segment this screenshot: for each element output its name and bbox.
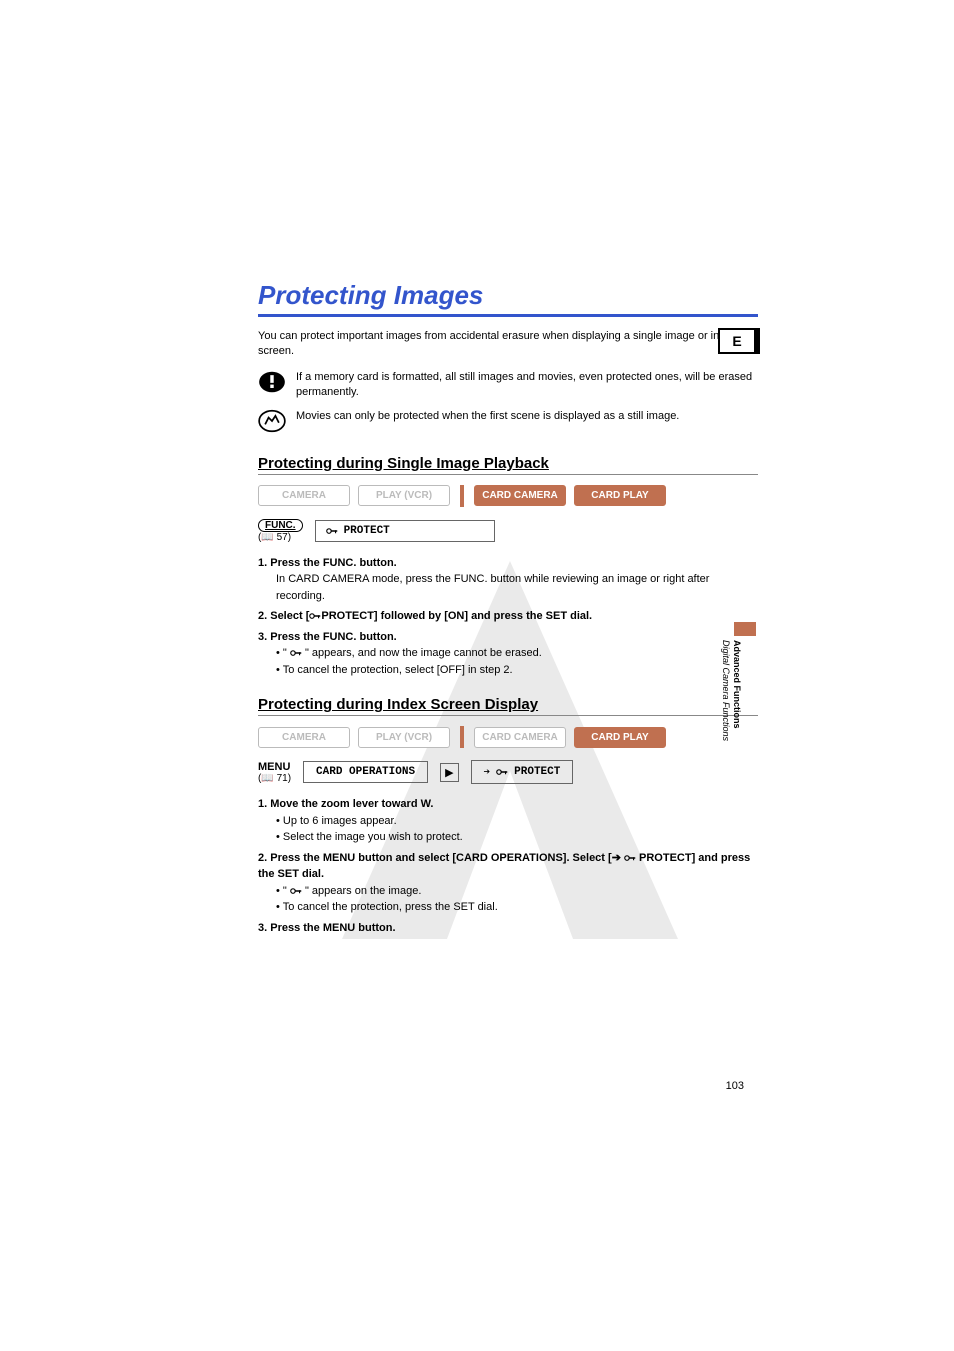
menu-ref: (📖 71) <box>258 773 291 784</box>
s2-step1-head: 1. Move the zoom lever toward W. <box>258 798 433 810</box>
s1-step3-b1b: " appears, and now the image cannot be e… <box>302 647 542 659</box>
key-icon <box>624 853 636 863</box>
lang-indicator: E <box>718 328 756 354</box>
menu-row: MENU (📖 71) CARD OPERATIONS ▶ ➔ PROTECT <box>258 760 758 784</box>
menu-label: MENU <box>258 761 290 773</box>
page-number: 103 <box>726 1080 744 1092</box>
arrow-right-icon: ➔ <box>484 765 491 779</box>
mode-camera-2: CAMERA <box>258 727 350 748</box>
section-bold: Advanced Functions <box>732 640 742 729</box>
func-oval: FUNC. <box>258 519 303 532</box>
s2-step2-a: 2. Press the MENU button and select [CAR… <box>258 852 612 864</box>
mode-play-vcr-2: PLAY (VCR) <box>358 727 450 748</box>
func-ref: (📖 57) <box>258 532 291 543</box>
s2-step2-head: 2. Press the MENU button and select [CAR… <box>258 852 750 881</box>
mode-card-camera-2: CARD CAMERA <box>474 727 566 748</box>
menu-box-1: CARD OPERATIONS <box>303 761 428 783</box>
key-icon <box>496 767 508 777</box>
func-row: FUNC. (📖 57) PROTECT <box>258 519 758 543</box>
mode-card-camera: CARD CAMERA <box>474 485 566 506</box>
section-tab <box>734 622 756 636</box>
warning-text: If a memory card is formatted, all still… <box>296 370 758 401</box>
s2-step2-b2: To cancel the protection, press the SET … <box>258 899 758 916</box>
section2-heading: Protecting during Index Screen Display <box>258 696 758 716</box>
section2-steps: 1. Move the zoom lever toward W. Up to 6… <box>258 796 758 936</box>
func-ref-num: 57 <box>277 532 288 543</box>
s2-step3-head: 3. Press the MENU button. <box>258 922 396 934</box>
mode-play-vcr: PLAY (VCR) <box>358 485 450 506</box>
s1-step3-b1a: " <box>283 647 290 659</box>
s1-step2-b: PROTECT] followed by [ON] and press the … <box>321 610 592 622</box>
s1-step1-head: 1. Press the FUNC. button. <box>258 557 397 569</box>
section2-modes: CAMERA PLAY (VCR) CARD CAMERA CARD PLAY <box>258 726 758 748</box>
s2-step2-b1a: " <box>283 885 290 897</box>
mode-divider-2 <box>460 726 464 748</box>
s1-step3-b2: To cancel the protection, select [OFF] i… <box>258 662 758 679</box>
mode-divider <box>460 485 464 507</box>
s1-step1-sub: In CARD CAMERA mode, press the FUNC. but… <box>258 571 758 604</box>
s1-step2-a: 2. Select [ <box>258 610 309 622</box>
key-icon <box>309 611 321 621</box>
mode-card-play: CARD PLAY <box>574 485 666 506</box>
menu-box-2: ➔ PROTECT <box>471 760 574 784</box>
section1-steps: 1. Press the FUNC. button. In CARD CAMER… <box>258 555 758 679</box>
s2-step2-b1b: " appears on the image. <box>302 885 421 897</box>
s2-step1-b1: Up to 6 images appear. <box>258 813 758 830</box>
section1-modes: CAMERA PLAY (VCR) CARD CAMERA CARD PLAY <box>258 485 758 507</box>
s2-step2-b1: " " appears on the image. <box>258 883 758 900</box>
menu-box2-text: PROTECT <box>514 766 560 778</box>
menu-box1-text: CARD OPERATIONS <box>316 766 415 778</box>
func-value: PROTECT <box>344 525 390 537</box>
s1-step3-b1: " " appears, and now the image cannot be… <box>258 645 758 662</box>
mode-camera: CAMERA <box>258 485 350 506</box>
key-icon <box>290 648 302 658</box>
info-text: Movies can only be protected when the fi… <box>296 409 679 424</box>
mode-card-play-2: CARD PLAY <box>574 727 666 748</box>
key-icon <box>290 886 302 896</box>
menu-ref-num: 71 <box>277 773 288 784</box>
key-icon <box>326 526 338 536</box>
menu-label-block: MENU (📖 71) <box>258 761 291 784</box>
info-note: Movies can only be protected when the fi… <box>258 409 758 433</box>
intro-text: You can protect important images from ac… <box>258 329 758 360</box>
s1-step3-head: 3. Press the FUNC. button. <box>258 631 397 643</box>
func-label: FUNC. (📖 57) <box>258 519 303 543</box>
section1-heading: Protecting during Single Image Playback <box>258 455 758 475</box>
s2-step1-b2: Select the image you wish to protect. <box>258 829 758 846</box>
warning-icon <box>258 370 286 394</box>
section-italic: Digital Camera Functions <box>721 640 731 741</box>
section-label: Advanced Functions Digital Camera Functi… <box>720 640 742 741</box>
arrow-icon: ▶ <box>440 763 458 782</box>
info-icon <box>258 409 286 433</box>
func-value-box: PROTECT <box>315 520 495 542</box>
s1-step2-head: 2. Select [ PROTECT] followed by [ON] and… <box>258 610 592 622</box>
page-title: Protecting Images <box>258 280 758 317</box>
warning-note: If a memory card is formatted, all still… <box>258 370 758 401</box>
